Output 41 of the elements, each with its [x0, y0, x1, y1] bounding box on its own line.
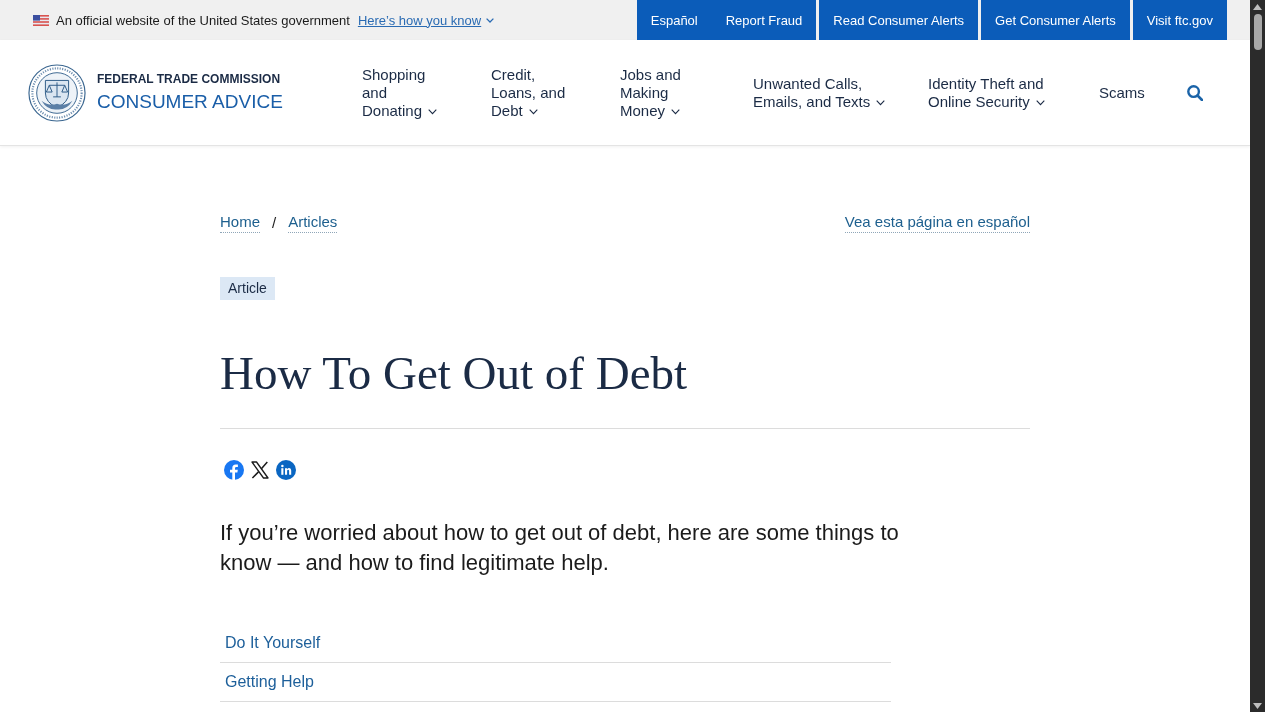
- breadcrumb-link[interactable]: Home: [220, 212, 260, 233]
- language-link[interactable]: Vea esta página en español: [844, 212, 1030, 233]
- section-link[interactable]: Getting Help: [225, 673, 314, 690]
- linkedin-icon[interactable]: [276, 460, 296, 480]
- scroll-down-icon[interactable]: [1253, 703, 1262, 709]
- nav-menu-link[interactable]: Credit, Loans, and Debt: [491, 65, 583, 120]
- breadcrumb-link[interactable]: Articles: [288, 212, 338, 233]
- caret-icon: [486, 17, 495, 23]
- official-site-text: An official website of the United States government: [56, 12, 350, 28]
- scrollbar-thumb[interactable]: [1253, 14, 1262, 50]
- article-intro: If you’re worried about how to get out of debt, here are some things to know — and how to find legitimate help.: [220, 519, 900, 577]
- nav-menu-link[interactable]: Jobs and Making Money: [620, 65, 712, 120]
- how-you-know-link[interactable]: Here’s how you know: [357, 12, 495, 28]
- nav-menu-link[interactable]: Shopping and Donating: [362, 65, 440, 120]
- top-link-button[interactable]: Read Consumer Alerts: [819, 0, 979, 40]
- breadcrumb-separator: /: [272, 212, 277, 233]
- x-logo-icon[interactable]: [251, 461, 269, 479]
- caret-icon: [528, 108, 538, 115]
- nav-link[interactable]: Scams: [1099, 83, 1145, 102]
- agency-name[interactable]: FEDERAL TRADE COMMISSION: [97, 73, 283, 86]
- caret-icon: [428, 108, 438, 115]
- top-link-button[interactable]: Visit ftc.gov: [1132, 0, 1227, 40]
- us-flag-icon: [33, 14, 49, 26]
- section-link[interactable]: Do It Yourself: [225, 634, 321, 651]
- scrollbar[interactable]: [1250, 0, 1265, 712]
- nav-menu-link[interactable]: Unwanted Calls, Emails, and Texts: [753, 74, 903, 111]
- seal-logo[interactable]: [28, 63, 86, 122]
- caret-icon: [671, 108, 681, 115]
- search-button[interactable]: [1186, 84, 1203, 101]
- scroll-up-icon[interactable]: [1253, 4, 1262, 10]
- top-link-button[interactable]: Get Consumer Alerts: [981, 0, 1130, 40]
- article-title: How To Get Out of Debt: [220, 346, 689, 401]
- top-link-button[interactable]: Español: [636, 0, 712, 40]
- search-icon: [1186, 84, 1203, 101]
- site-name[interactable]: CONSUMER ADVICE: [97, 92, 283, 112]
- content-type-tag: Article: [220, 277, 275, 300]
- facebook-icon[interactable]: [224, 460, 244, 480]
- caret-icon: [1035, 99, 1045, 106]
- caret-icon: [876, 99, 886, 106]
- top-link-button[interactable]: Report Fraud: [711, 0, 817, 40]
- nav-menu-link[interactable]: Identity Theft and Online Security: [928, 74, 1078, 111]
